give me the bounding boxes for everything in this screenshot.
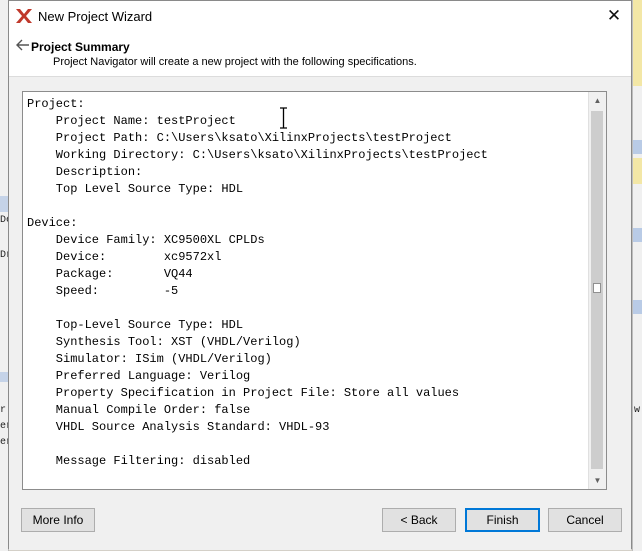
cancel-button[interactable]: Cancel bbox=[548, 508, 622, 532]
scroll-up-button[interactable]: ▲ bbox=[589, 92, 606, 109]
title-bar[interactable]: New Project Wizard ✕ bbox=[9, 1, 631, 32]
background-text: w bbox=[634, 405, 641, 416]
background-stripe bbox=[633, 300, 642, 314]
chevron-down-icon: ▼ bbox=[593, 476, 602, 485]
scroll-down-button[interactable]: ▼ bbox=[589, 472, 606, 489]
chevron-up-icon: ▲ bbox=[593, 96, 602, 105]
background-text: r bbox=[0, 405, 7, 416]
background-stripe bbox=[633, 158, 642, 184]
text-cursor-icon bbox=[280, 107, 287, 129]
window-title: New Project Wizard bbox=[38, 9, 153, 24]
background-stripe bbox=[633, 0, 642, 86]
background-app-right: w bbox=[632, 0, 642, 551]
summary-text: Project: Project Name: testProject Proje… bbox=[27, 97, 488, 468]
back-arrow-icon[interactable] bbox=[16, 38, 30, 52]
page-title: Project Summary bbox=[31, 40, 130, 54]
page-subtitle: Project Navigator will create a new proj… bbox=[53, 56, 417, 68]
new-project-wizard-dialog: New Project Wizard ✕ Project Summary Pro… bbox=[8, 0, 632, 550]
more-info-button[interactable]: More Info bbox=[21, 508, 95, 532]
wizard-body: Project: Project Name: testProject Proje… bbox=[9, 77, 631, 550]
close-button[interactable]: ✕ bbox=[601, 4, 627, 28]
vertical-scrollbar[interactable]: ▲ ▼ bbox=[588, 92, 606, 489]
xilinx-logo-icon bbox=[16, 9, 32, 23]
close-icon: ✕ bbox=[606, 6, 622, 25]
scroll-position-marker bbox=[593, 283, 601, 293]
background-stripe bbox=[633, 140, 642, 154]
background-stripe bbox=[0, 196, 8, 212]
finish-button[interactable]: Finish bbox=[465, 508, 540, 532]
back-button[interactable]: < Back bbox=[382, 508, 456, 532]
wizard-header: Project Summary Project Navigator will c… bbox=[9, 32, 631, 77]
background-stripe bbox=[0, 372, 8, 382]
background-stripe bbox=[633, 228, 642, 242]
project-summary-textbox[interactable]: Project: Project Name: testProject Proje… bbox=[22, 91, 607, 490]
